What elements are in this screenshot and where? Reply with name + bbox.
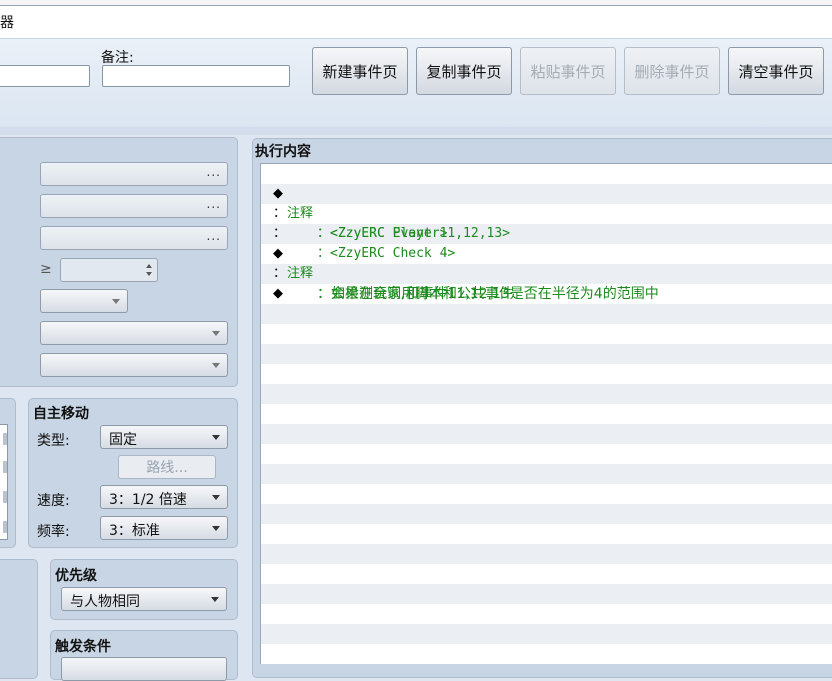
- chevron-down-icon: [212, 435, 220, 440]
- trigger-select[interactable]: [61, 657, 227, 681]
- note-input[interactable]: [102, 65, 290, 87]
- condition-switch2-field[interactable]: ...: [40, 194, 228, 218]
- movement-frequency-value: 3：标准: [109, 523, 160, 539]
- name-input[interactable]: [0, 65, 90, 87]
- clear-event-page-button[interactable]: 清空事件页: [728, 47, 824, 95]
- command-line[interactable]: ◆: [261, 264, 832, 301]
- separator-strip: [0, 127, 832, 135]
- command-list[interactable]: ◆ 注释 ：<ZzyERC Player> ： ：<ZzyERC Event 1…: [260, 163, 832, 664]
- movement-speed-select[interactable]: 3：1/2 倍速: [100, 485, 228, 509]
- window-title: 器: [0, 15, 14, 31]
- command-line[interactable]: ： ：如果在会调用脚本和公共事件: [261, 244, 832, 302]
- command-line[interactable]: ◆ 注释 ：会检测玩家,和事件11,12,13是否在半径为4的范围中: [261, 224, 832, 302]
- priority-title: 优先级: [55, 568, 97, 584]
- scroll-mark: [3, 461, 7, 473]
- command-line[interactable]: ： ：<ZzyERC Check 4>: [261, 204, 832, 261]
- title-bar-border: [0, 0, 832, 6]
- priority-value: 与人物相同: [70, 594, 140, 610]
- copy-event-page-button[interactable]: 复制事件页: [416, 47, 512, 95]
- scroll-mark: [3, 521, 7, 533]
- condition-item-select[interactable]: [40, 321, 228, 345]
- type-label: 类型:: [37, 433, 70, 449]
- condition-switch1-field[interactable]: ...: [40, 162, 228, 186]
- command-line[interactable]: ◆ 注释 ：<ZzyERC Player>: [261, 164, 832, 241]
- title-bar: 器: [0, 0, 832, 39]
- movement-type-value: 固定: [109, 432, 137, 448]
- route-button[interactable]: 路线...: [118, 455, 216, 479]
- chevron-down-icon: [212, 363, 220, 368]
- condition-actor-select[interactable]: [40, 353, 228, 377]
- spin-down-icon[interactable]: [146, 272, 152, 276]
- priority-select[interactable]: 与人物相同: [61, 587, 227, 611]
- delete-event-page-button[interactable]: 删除事件页: [624, 47, 720, 95]
- command-marker: ◆: [273, 286, 283, 301]
- command-text: ：如果在会调用脚本和公共事件: [317, 286, 513, 302]
- execution-title: 执行内容: [255, 144, 311, 160]
- command-line[interactable]: ： ：<ZzyERC Event 11,12,13>: [261, 184, 832, 241]
- chevron-down-icon: [112, 299, 120, 304]
- paste-event-page-button[interactable]: 粘贴事件页: [520, 47, 616, 95]
- chevron-down-icon: [212, 526, 220, 531]
- autonomous-movement-title: 自主移动: [33, 406, 89, 422]
- browse-dots-icon: ...: [206, 229, 221, 243]
- new-event-page-button[interactable]: 新建事件页: [312, 47, 408, 95]
- options-panel: [0, 559, 38, 679]
- condition-self-switch-select[interactable]: [40, 289, 128, 313]
- note-label: 备注:: [101, 50, 134, 66]
- chevron-down-icon: [212, 495, 220, 500]
- movement-speed-value: 3：1/2 倍速: [109, 492, 187, 508]
- movement-frequency-select[interactable]: 3：标准: [100, 516, 228, 540]
- chevron-down-icon: [211, 597, 219, 602]
- speed-label: 速度:: [37, 493, 70, 509]
- scroll-mark: [3, 491, 7, 503]
- spin-up-icon[interactable]: [146, 264, 152, 268]
- condition-variable-field[interactable]: ...: [40, 226, 228, 250]
- condition-value-spinner[interactable]: [60, 258, 158, 282]
- browse-dots-icon: ...: [206, 197, 221, 211]
- browse-dots-icon: ...: [206, 165, 221, 179]
- chevron-down-icon: [212, 331, 220, 336]
- gte-symbol: ≥: [40, 261, 52, 277]
- trigger-title: 触发条件: [55, 639, 111, 655]
- frequency-label: 频率:: [37, 524, 70, 540]
- scroll-mark: [3, 433, 7, 445]
- movement-type-select[interactable]: 固定: [100, 425, 228, 449]
- image-preview[interactable]: [0, 424, 8, 540]
